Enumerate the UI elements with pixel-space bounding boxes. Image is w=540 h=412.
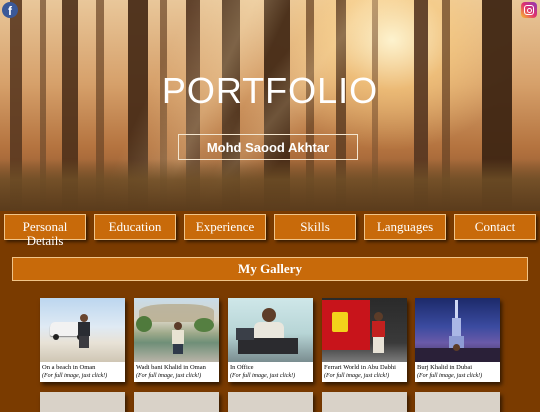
instagram-icon[interactable]: [521, 2, 537, 18]
gallery-hint: (For full image, just click!): [230, 373, 296, 379]
forest-floor: [0, 159, 540, 211]
gallery-hint: (For full image, just click!): [417, 373, 483, 379]
gallery-card-in-office[interactable]: In Office (For full image, just click!): [228, 298, 313, 382]
gallery-card-burj-khalid[interactable]: Burj Khalid in Dubai (For full image, ju…: [415, 298, 500, 382]
gallery-title: My Gallery: [12, 257, 528, 281]
gallery-card-wadi-bani-khalid[interactable]: Wadi bani Khalid in Oman (For full image…: [134, 298, 219, 382]
gallery-hint: (For full image, just click!): [324, 373, 390, 379]
gallery-caption: Burj Khalid in Dubai: [417, 364, 473, 371]
nav-education[interactable]: Education: [94, 214, 176, 240]
gallery-card-partial[interactable]: [134, 392, 219, 412]
gallery-hint: (For full image, just click!): [136, 373, 202, 379]
gallery-photo[interactable]: [415, 298, 500, 362]
gallery-card-partial[interactable]: [415, 392, 500, 412]
gallery-photo[interactable]: [322, 298, 407, 362]
nav-personal-details[interactable]: Personal Details: [4, 214, 86, 248]
hero-banner: f PORTFOLIO Mohd Saood Akhtar: [0, 0, 540, 211]
gallery-card-beach-oman[interactable]: On a beach in Oman (For full image, just…: [40, 298, 125, 382]
nav-skills[interactable]: Skills: [274, 214, 356, 240]
gallery-card-partial[interactable]: [40, 392, 125, 412]
page-title: PORTFOLIO: [161, 70, 379, 111]
gallery-caption: Ferrari World in Abu Dabhi: [324, 364, 396, 371]
gallery-card-partial[interactable]: [228, 392, 313, 412]
nav-experience[interactable]: Experience: [184, 214, 266, 240]
gallery-caption: On a beach in Oman: [42, 364, 96, 371]
owner-name: Mohd Saood Akhtar: [178, 134, 358, 160]
gallery-photo[interactable]: [228, 298, 313, 362]
gallery-hint: (For full image, just click!): [42, 373, 108, 379]
nav-languages[interactable]: Languages: [364, 214, 446, 240]
gallery-card-partial[interactable]: [322, 392, 407, 412]
gallery-caption: Wadi bani Khalid in Oman: [136, 364, 206, 371]
gallery-caption: In Office: [230, 364, 254, 371]
nav-contact[interactable]: Contact: [454, 214, 536, 240]
gallery-photo[interactable]: [40, 298, 125, 362]
main-nav: Personal Details Education Experience Sk…: [0, 214, 540, 248]
gallery-photo[interactable]: [134, 298, 219, 362]
gallery-card-ferrari-world[interactable]: Ferrari World in Abu Dabhi (For full ima…: [322, 298, 407, 382]
facebook-icon[interactable]: f: [2, 2, 18, 18]
